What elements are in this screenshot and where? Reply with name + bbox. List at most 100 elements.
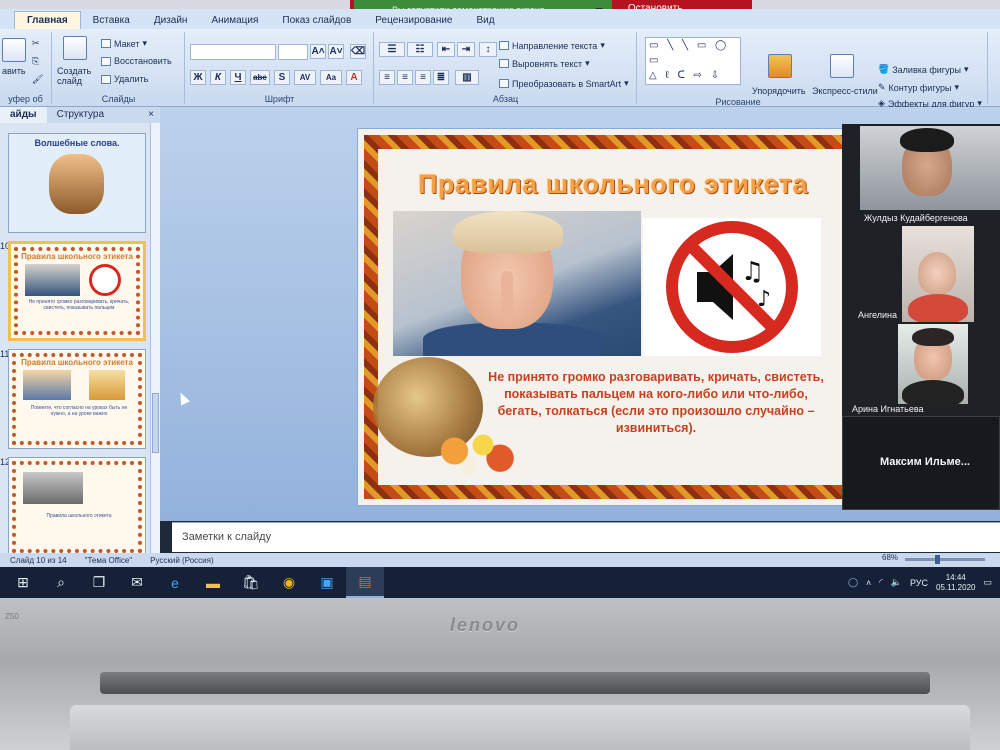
bullets-button[interactable]: ☰ [379, 42, 405, 57]
clock[interactable]: 14:44 05.11.2020 [936, 573, 975, 593]
smartart-button[interactable]: Преобразовать в SmartArt ▾ [499, 78, 629, 89]
text-direction-button[interactable]: Направление текста ▾ [499, 40, 605, 51]
tab-home[interactable]: Главная [14, 11, 81, 29]
scrollbar-thumb[interactable] [152, 393, 159, 453]
laptop-brand-logo: lenovo [450, 615, 521, 635]
participant-video [902, 226, 974, 322]
cortana-icon[interactable]: ◯ [848, 577, 858, 588]
mail-icon[interactable]: ✉ [118, 567, 156, 598]
format-painter-icon[interactable]: 🖌 [32, 74, 43, 85]
underline-button[interactable]: Ч [230, 70, 246, 85]
outline-icon: ✎ [878, 82, 886, 92]
reset-button[interactable]: Восстановить [101, 56, 172, 66]
tab-animation[interactable]: Анимация [199, 15, 270, 29]
search-icon[interactable]: ⌕ [42, 567, 80, 598]
strikethrough-button[interactable]: abe [250, 70, 270, 85]
increase-indent-button[interactable]: ⇥ [457, 42, 475, 57]
task-view-icon[interactable]: ❐ [80, 567, 118, 598]
participant-tile[interactable]: Ангелина [842, 226, 1000, 322]
arrange-icon[interactable] [768, 54, 792, 78]
change-case-button[interactable]: Aa [320, 70, 342, 85]
shape-outline-button[interactable]: ✎ Контур фигуры ▾ [878, 82, 959, 93]
slide-thumbnail[interactable]: Правила школьного этикета Помните, что с… [8, 349, 146, 449]
windows-icon[interactable]: ⊞ [4, 567, 42, 598]
tab-insert[interactable]: Вставка [81, 15, 142, 29]
align-left-button[interactable]: ≡ [379, 70, 395, 85]
align-right-button[interactable]: ≡ [415, 70, 431, 85]
chrome-icon[interactable]: ◉ [270, 567, 308, 598]
notifications-icon[interactable]: ▭ [983, 577, 992, 588]
participant-tile[interactable]: Жулдыз Кудайбергенова [842, 124, 1000, 226]
powerpoint-icon[interactable]: ▤ [346, 567, 384, 598]
participant-hair [912, 328, 954, 346]
numbering-button[interactable]: ☷ [407, 42, 433, 57]
participant-video [860, 126, 1000, 210]
layout-button[interactable]: Макет ▾ [101, 38, 147, 49]
align-text-button[interactable]: Выровнять текст ▾ [499, 58, 590, 69]
new-slide-button[interactable]: Создать слайд [57, 66, 99, 86]
shapes-gallery[interactable]: ▭ ╲ ╲ ▭ ◯ ▭ △ ℓ ᑕ ⇨ ⇩ ☁ ⇘ ⁀ ⌒ { } ☆ [645, 37, 741, 85]
explorer-icon[interactable]: ▬ [194, 567, 232, 598]
char-spacing-button[interactable]: AV [294, 70, 316, 85]
columns-button[interactable]: ▥ [455, 70, 479, 85]
shape-fill-button[interactable]: 🪣 Заливка фигуры ▾ [878, 64, 968, 75]
store-icon[interactable]: 🛍 [232, 567, 270, 598]
chevron-up-icon[interactable]: ˄ [866, 578, 871, 588]
justify-button[interactable]: ≣ [433, 70, 449, 85]
clipboard-label: уфер об [8, 94, 43, 104]
close-panel-icon[interactable]: × [142, 107, 160, 123]
line-spacing-button[interactable]: ↕ [479, 42, 497, 57]
clear-format-button[interactable]: ⌫ [350, 44, 366, 59]
slides-panel-scrollbar[interactable] [150, 123, 160, 553]
zoom-slider-knob[interactable] [935, 555, 940, 564]
tab-design[interactable]: Дизайн [142, 15, 200, 29]
delete-slide-button[interactable]: Удалить [101, 74, 148, 84]
tab-slideshow[interactable]: Показ слайдов [270, 15, 363, 29]
font-color-button[interactable]: A [346, 70, 362, 85]
taskbar: ⊞ ⌕ ❐ ✉ e ▬ 🛍 ◉ ▣ ▤ ◯ ˄ ◜ 🔈 РУС 14:44 05… [0, 567, 1000, 598]
tab-view[interactable]: Вид [465, 15, 507, 29]
speaker-icon[interactable]: 🔈 [891, 577, 902, 588]
keyboard-language[interactable]: РУС [910, 578, 928, 588]
screen: Вы запустили демонстрацию экрана Останов… [0, 0, 1000, 598]
slide-thumbnail-selected[interactable]: Правила школьного этикета Не принято гро… [8, 241, 146, 341]
copy-icon[interactable]: ⎘ [32, 56, 39, 67]
participant-tile[interactable]: Арина Игнатьева [842, 322, 1000, 414]
slide-thumbnail[interactable]: Волшебные слова. [8, 133, 146, 233]
italic-button[interactable]: К [210, 70, 226, 85]
drawing-group: ▭ ╲ ╲ ▭ ◯ ▭ △ ℓ ᑕ ⇨ ⇩ ☁ ⇘ ⁀ ⌒ { } ☆ Упор… [638, 32, 988, 109]
notes-pane[interactable]: Заметки к слайду [172, 522, 1000, 552]
font-name-select[interactable] [190, 44, 276, 60]
theme-name: "Тема Office" [84, 555, 133, 565]
zoom-slider[interactable] [905, 558, 985, 561]
tab-slides[interactable]: айды [0, 107, 47, 123]
align-center-button[interactable]: ≡ [397, 70, 413, 85]
zoom-icon[interactable]: ▣ [308, 567, 346, 598]
decrease-indent-button[interactable]: ⇤ [437, 42, 455, 57]
quick-styles-button[interactable]: Экспресс-стили [812, 86, 878, 96]
shadow-button[interactable]: S [274, 70, 290, 85]
shrink-font-button[interactable]: A˅ [328, 44, 344, 59]
delete-icon [101, 74, 111, 84]
zoom-level[interactable]: 68% [882, 553, 898, 562]
bold-button[interactable]: Ж [190, 70, 206, 85]
current-slide[interactable]: ♫ ♪ Правила школьного этикета Не принято… [357, 128, 863, 506]
arrange-button[interactable]: Упорядочить [752, 86, 806, 96]
paste-button[interactable]: авить [2, 66, 26, 76]
thumbnail-text: Помните, что согласно на уроках быть не … [30, 405, 128, 417]
tab-review[interactable]: Рецензирование [363, 15, 464, 29]
language-indicator[interactable]: Русский (Россия) [150, 556, 213, 565]
thumbnail-title: Правила школьного этикета [21, 252, 133, 261]
tab-outline[interactable]: Структура [47, 107, 114, 123]
wifi-icon[interactable]: ◜ [879, 577, 883, 588]
laptop-palmrest [70, 705, 970, 750]
cut-icon[interactable]: ✂ [32, 38, 40, 49]
new-slide-icon[interactable] [63, 36, 87, 60]
paste-icon[interactable] [2, 38, 26, 62]
quick-styles-icon[interactable] [830, 54, 854, 78]
font-size-select[interactable] [278, 44, 308, 60]
grow-font-button[interactable]: A˄ [310, 44, 326, 59]
edge-icon[interactable]: e [156, 567, 194, 598]
layout-icon [101, 39, 111, 48]
slide-thumbnail[interactable]: Правила школьного этикета [8, 457, 146, 553]
